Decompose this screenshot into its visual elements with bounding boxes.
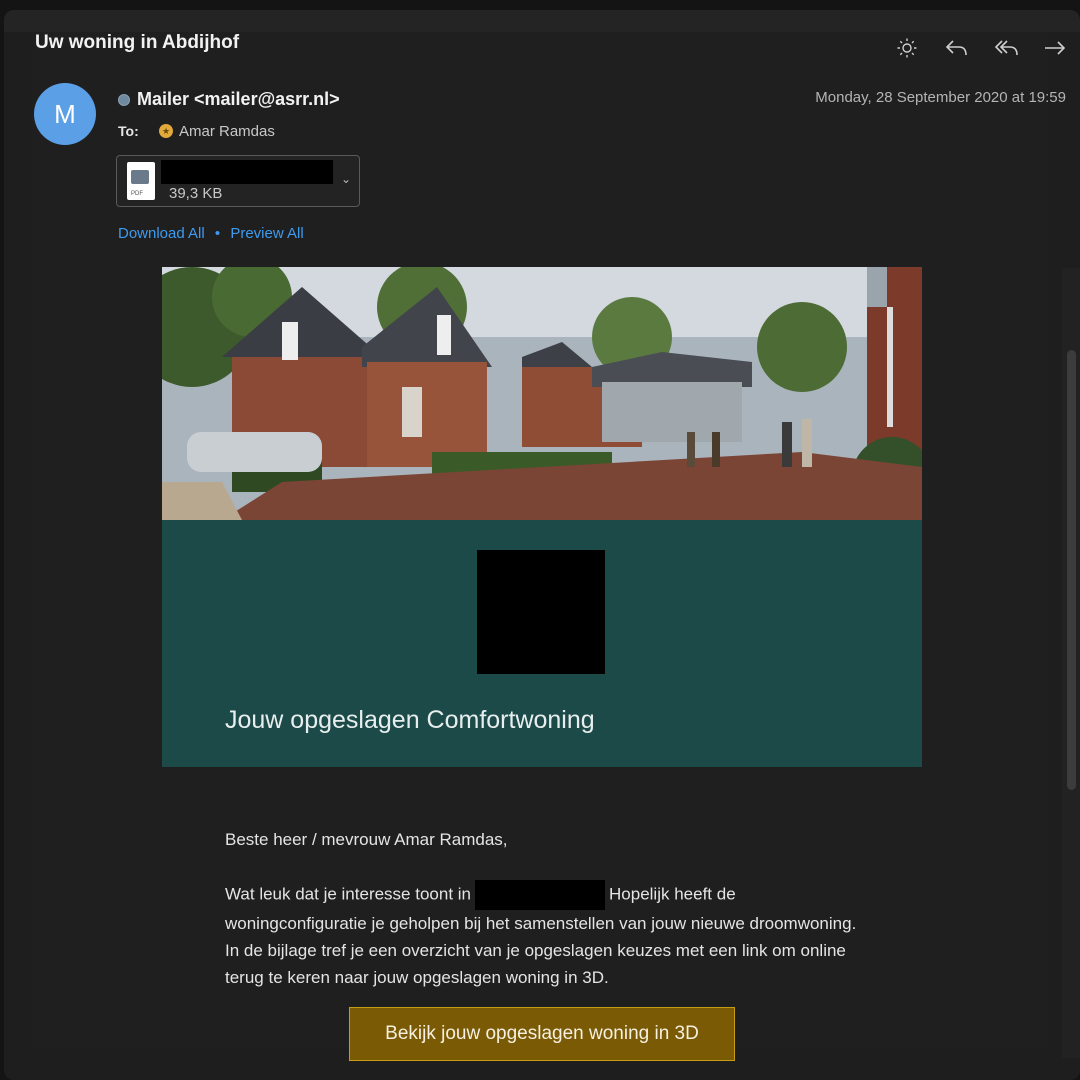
actions-separator: •	[214, 225, 221, 242]
message-date: Monday, 28 September 2020 at 19:59	[815, 89, 1066, 106]
recipient-contact-icon: ★	[159, 124, 173, 138]
project-name-redacted	[475, 880, 606, 910]
view-3d-button[interactable]: Bekijk jouw opgeslagen woning in 3D	[349, 1007, 735, 1061]
para-before: Wat leuk dat je interesse toont in	[225, 884, 472, 904]
sender-initial: M	[54, 98, 76, 129]
greeting-text: Beste heer / mevrouw Amar Ramdas,	[225, 830, 508, 849]
chevron-down-icon[interactable]: ⌄	[341, 172, 351, 186]
reply-icon[interactable]	[942, 34, 972, 62]
sender-status-dot	[118, 94, 130, 106]
logo-redacted	[477, 550, 605, 674]
mail-window: Uw woning in Abdijhof M Mailer <mailer@a…	[4, 10, 1080, 1080]
download-all-link[interactable]: Download All	[118, 225, 205, 242]
reply-all-icon[interactable]	[992, 34, 1022, 62]
window-top-band	[4, 10, 1080, 32]
scrollbar-thumb[interactable]	[1067, 350, 1076, 790]
to-label: To:	[118, 123, 139, 139]
brightness-icon[interactable]	[892, 34, 922, 62]
pdf-file-icon: PDF	[127, 162, 155, 200]
attachment-name-redacted	[161, 160, 333, 184]
hero-image	[162, 267, 922, 520]
attachment-card[interactable]: PDF 39,3 KB ⌄	[116, 155, 360, 207]
sender-avatar: M	[34, 83, 96, 145]
attachment-size: 39,3 KB	[169, 185, 223, 202]
promo-panel: Jouw opgeslagen Comfortwoning	[162, 520, 922, 767]
recipient-name[interactable]: Amar Ramdas	[179, 123, 275, 140]
email-subject: Uw woning in Abdijhof	[35, 32, 240, 53]
attachment-actions: Download All • Preview All	[118, 225, 304, 242]
forward-icon[interactable]	[1040, 34, 1070, 62]
body-paragraph: Wat leuk dat je interesse toont in Hopeli…	[225, 880, 865, 991]
sender-address[interactable]: Mailer <mailer@asrr.nl>	[137, 89, 340, 110]
panel-title: Jouw opgeslagen Comfortwoning	[225, 706, 595, 734]
preview-all-link[interactable]: Preview All	[230, 225, 303, 242]
